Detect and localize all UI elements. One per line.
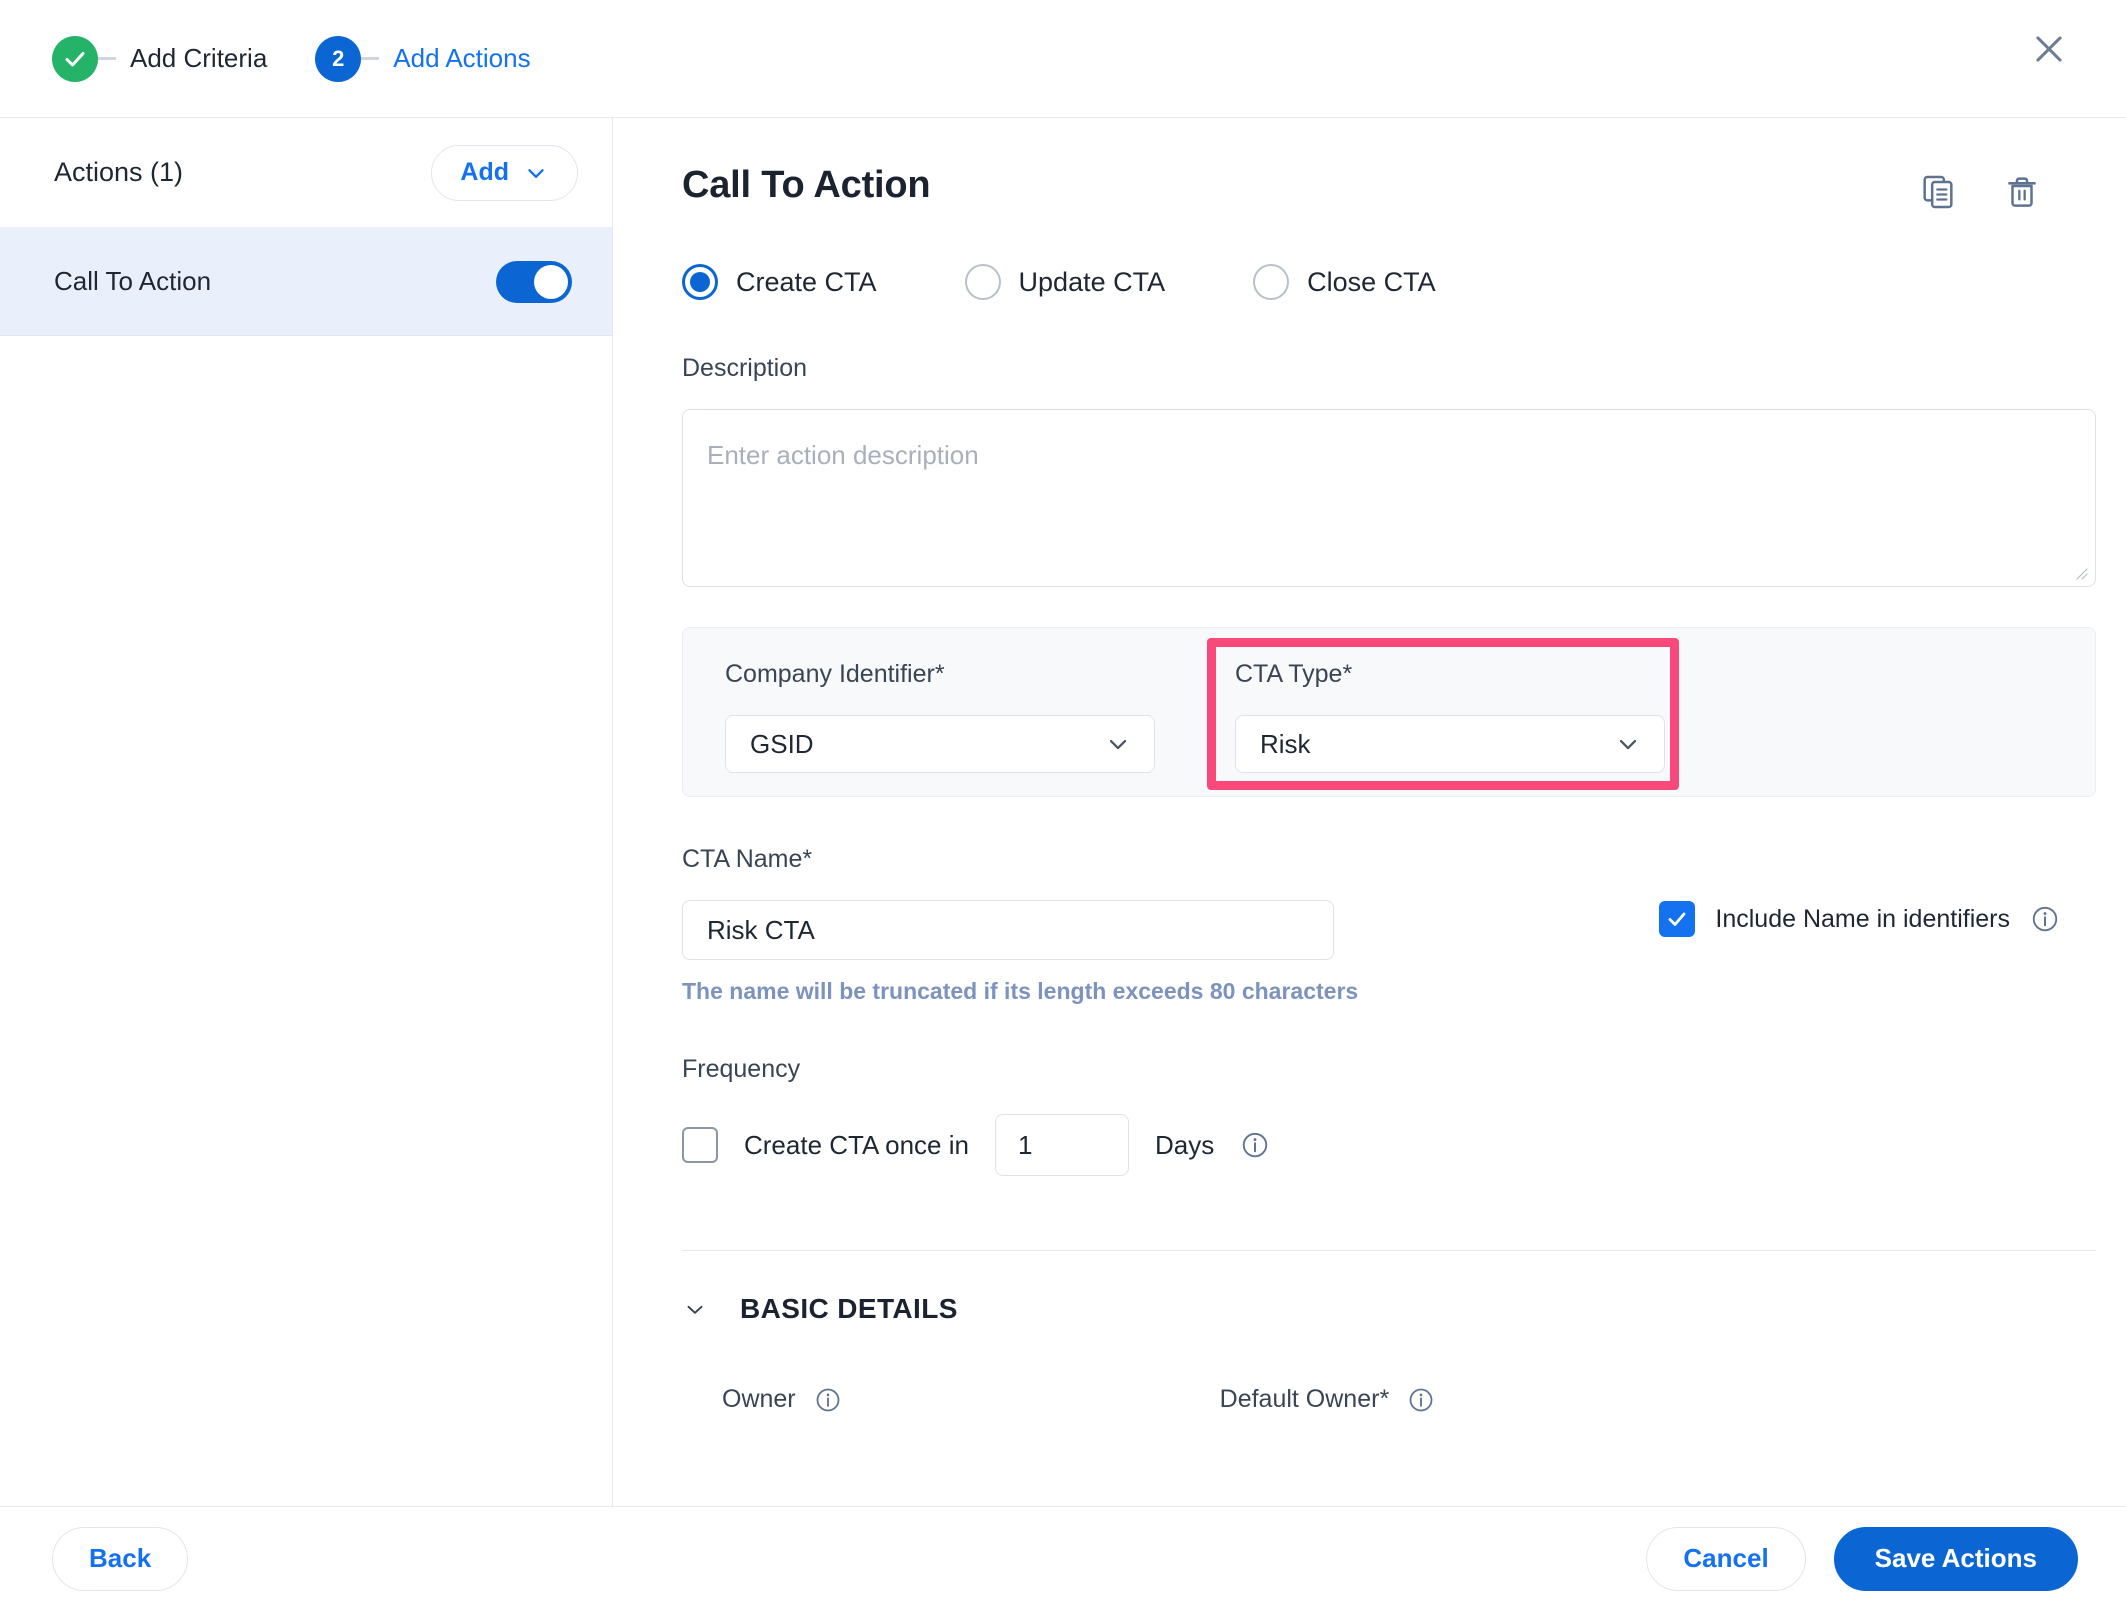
basic-details-title: BASIC DETAILS bbox=[740, 1293, 958, 1324]
company-identifier-select[interactable]: GSID bbox=[725, 715, 1155, 773]
include-name-checkbox[interactable] bbox=[1659, 901, 1696, 937]
description-label: Description bbox=[682, 354, 808, 382]
action-detail-panel: Call To Action Create CTA Update CTA Clo… bbox=[614, 118, 2126, 1506]
include-name-checkbox-row[interactable]: Include Name in identifiers bbox=[1659, 901, 2060, 937]
radio-update-cta-label: Update CTA bbox=[1018, 266, 1166, 297]
toggle-knob bbox=[534, 264, 568, 299]
cta-type-value: Risk bbox=[1260, 728, 1311, 759]
step-1-badge bbox=[52, 35, 98, 82]
delete-icon[interactable] bbox=[2002, 172, 2042, 212]
info-icon[interactable] bbox=[1240, 1130, 1270, 1160]
modal-window: Add Criteria 2 Add Actions Actions (1) A… bbox=[0, 0, 2126, 1610]
sidebar-item-call-to-action[interactable]: Call To Action bbox=[0, 228, 612, 336]
description-placeholder: Enter action description bbox=[707, 440, 979, 470]
resize-grip-icon[interactable] bbox=[2072, 564, 2088, 580]
company-identifier-label-text: Company Identifier bbox=[725, 660, 935, 688]
radio-close-cta-label: Close CTA bbox=[1307, 266, 1436, 297]
cta-name-label: CTA Name* bbox=[682, 845, 2096, 874]
cta-type-label: CTA Type* bbox=[1235, 660, 1665, 689]
stepper-bar: Add Criteria 2 Add Actions bbox=[0, 0, 2126, 118]
step-2-label: Add Actions bbox=[393, 43, 531, 73]
stepper-steps: Add Criteria 2 Add Actions bbox=[52, 35, 531, 82]
frequency-unit-label: Days bbox=[1154, 1129, 1215, 1160]
info-icon[interactable] bbox=[814, 1386, 842, 1414]
default-owner-label-text: Default Owner bbox=[1219, 1385, 1380, 1413]
cta-mode-radio-group: Create CTA Update CTA Close CTA bbox=[682, 264, 2042, 300]
step-2-badge: 2 bbox=[315, 35, 362, 82]
frequency-checkbox[interactable] bbox=[682, 1127, 718, 1163]
action-enable-toggle[interactable] bbox=[496, 260, 572, 303]
info-icon[interactable] bbox=[1407, 1386, 1435, 1414]
cta-name-block: CTA Name* Risk CTA The name will be trun… bbox=[682, 845, 2096, 1005]
cta-name-helper-text: The name will be truncated if its length… bbox=[682, 978, 1359, 1004]
panel-header: Call To Action bbox=[682, 164, 2042, 212]
description-block: Description Enter action description bbox=[682, 354, 2096, 587]
footer-bar: Back Cancel Save Actions bbox=[0, 1506, 2126, 1610]
basic-details-toggle[interactable]: BASIC DETAILS bbox=[682, 1293, 2042, 1325]
cta-type-label-text: CTA Type bbox=[1235, 660, 1343, 688]
frequency-checkbox-label: Create CTA once in bbox=[744, 1129, 969, 1160]
chevron-down-icon bbox=[1109, 739, 1127, 750]
frequency-block: Frequency Create CTA once in 1 Days bbox=[682, 1055, 2042, 1176]
actions-count-title: Actions (1) bbox=[54, 157, 184, 187]
frequency-label: Frequency bbox=[682, 1055, 801, 1083]
radio-indicator bbox=[964, 264, 1001, 300]
owner-header-row: Owner Default Owner* bbox=[682, 1385, 2042, 1414]
actions-sidebar: Actions (1) Add Call To Action bbox=[0, 118, 613, 1506]
company-identifier-field: Company Identifier* GSID bbox=[725, 660, 1155, 773]
cta-name-label-text: CTA Name bbox=[682, 845, 803, 873]
cta-name-input[interactable]: Risk CTA bbox=[682, 900, 1334, 960]
owner-field-header: Owner bbox=[722, 1385, 842, 1414]
cancel-button[interactable]: Cancel bbox=[1646, 1526, 1806, 1591]
check-icon bbox=[65, 51, 85, 66]
add-action-button[interactable]: Add bbox=[431, 144, 578, 201]
back-button[interactable]: Back bbox=[52, 1526, 189, 1591]
check-icon bbox=[1669, 912, 1686, 926]
chevron-down-icon bbox=[1619, 739, 1637, 750]
required-asterisk: * bbox=[1342, 660, 1353, 688]
radio-create-cta-label: Create CTA bbox=[736, 266, 877, 297]
footer-actions: Cancel Save Actions bbox=[1646, 1526, 2078, 1591]
step-add-criteria[interactable]: Add Criteria bbox=[52, 35, 268, 82]
step-connector bbox=[98, 57, 116, 60]
info-icon[interactable] bbox=[2030, 904, 2060, 934]
section-divider bbox=[682, 1250, 2096, 1251]
default-owner-label: Default Owner* bbox=[1220, 1385, 1390, 1414]
radio-close-cta[interactable]: Close CTA bbox=[1253, 264, 1436, 300]
chevron-down-icon bbox=[687, 1305, 703, 1314]
panel-tools bbox=[1918, 164, 2042, 212]
default-owner-field-header: Default Owner* bbox=[1220, 1385, 1436, 1414]
step-connector bbox=[361, 57, 380, 60]
save-actions-button[interactable]: Save Actions bbox=[1833, 1526, 2078, 1591]
required-asterisk: * bbox=[1379, 1385, 1390, 1413]
radio-indicator bbox=[682, 264, 718, 300]
close-icon[interactable] bbox=[2018, 18, 2080, 80]
frequency-row: Create CTA once in 1 Days bbox=[682, 1114, 2042, 1176]
chevron-down-icon bbox=[528, 168, 544, 178]
page-title: Call To Action bbox=[682, 164, 931, 206]
sidebar-header: Actions (1) Add bbox=[0, 118, 612, 228]
frequency-days-input[interactable]: 1 bbox=[994, 1114, 1129, 1176]
owner-label: Owner bbox=[722, 1385, 796, 1413]
required-asterisk: * bbox=[802, 845, 813, 873]
step-add-actions[interactable]: 2 Add Actions bbox=[315, 35, 531, 82]
step-1-label: Add Criteria bbox=[130, 43, 268, 73]
radio-indicator bbox=[1253, 264, 1290, 300]
description-textarea[interactable]: Enter action description bbox=[682, 409, 2096, 587]
required-asterisk: * bbox=[934, 660, 945, 688]
company-identifier-label: Company Identifier* bbox=[725, 660, 1155, 689]
include-name-label: Include Name in identifiers bbox=[1715, 904, 2010, 933]
cta-type-select[interactable]: Risk bbox=[1235, 715, 1665, 773]
cta-type-field: CTA Type* Risk bbox=[1235, 660, 1665, 773]
copy-icon[interactable] bbox=[1918, 172, 1958, 212]
radio-update-cta[interactable]: Update CTA bbox=[964, 264, 1166, 300]
company-identifier-value: GSID bbox=[750, 728, 814, 759]
identifier-type-group: Company Identifier* GSID CTA Type* Risk bbox=[682, 627, 2096, 797]
radio-create-cta[interactable]: Create CTA bbox=[682, 264, 877, 300]
sidebar-item-label: Call To Action bbox=[54, 266, 212, 296]
add-button-label: Add bbox=[460, 158, 509, 186]
